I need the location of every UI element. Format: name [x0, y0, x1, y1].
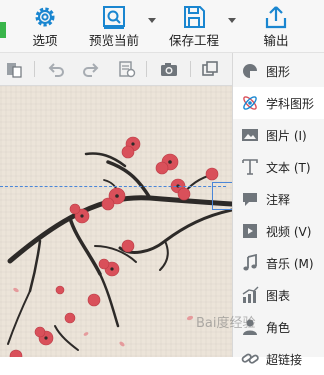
camera-icon[interactable] — [160, 60, 178, 78]
side-tab-indicator — [0, 22, 6, 38]
comment-icon — [243, 193, 257, 206]
toolbar-divider — [190, 61, 191, 77]
selection-box[interactable] — [212, 182, 232, 210]
panel-item-label: 图表 — [266, 289, 291, 303]
panel-item-label: 文本 (T) — [266, 161, 311, 175]
preview-dropdown[interactable] — [144, 0, 156, 52]
preview-label: 预览当前 — [88, 33, 139, 48]
video-icon — [243, 224, 257, 238]
settings-button[interactable]: 选项 — [22, 0, 68, 52]
panel-item-label: 音乐 (M) — [266, 257, 314, 271]
panel-item-label: 视频 (V) — [266, 225, 312, 239]
main-toolbar: 选项 预览当前 保存工程 输出 — [0, 0, 324, 53]
save-dropdown[interactable] — [224, 0, 236, 52]
panel-item-video[interactable]: 视频 (V) — [233, 215, 324, 247]
chart-icon — [242, 286, 259, 303]
plum-blossom-illustration — [7, 136, 232, 357]
redo-icon[interactable] — [82, 60, 100, 78]
export-button[interactable]: 输出 — [256, 0, 296, 52]
panel-item-image[interactable]: 图片 (I) — [233, 119, 324, 151]
panel-item-label: 学科图形 — [266, 97, 315, 111]
panel-item-music[interactable]: 音乐 (M) — [233, 247, 324, 279]
save-icon — [184, 6, 205, 28]
preview-icon — [103, 6, 125, 29]
group-icon[interactable] — [201, 60, 219, 78]
panel-item-label: 注释 — [266, 193, 291, 207]
panel-item-label: 图形 — [266, 65, 291, 79]
panel-item-label: 超链接 — [266, 353, 303, 367]
panel-item-label: 角色 — [266, 321, 291, 335]
image-icon — [242, 129, 258, 141]
toolbar-divider — [34, 61, 35, 77]
science-shape-icon — [243, 96, 257, 110]
undo-icon[interactable] — [47, 60, 65, 78]
paste-icon[interactable] — [5, 60, 23, 78]
gear-icon — [35, 7, 55, 27]
clear-format-icon[interactable] — [118, 60, 136, 78]
settings-label: 选项 — [32, 33, 58, 48]
panel-item-text[interactable]: 文本 (T) — [233, 151, 324, 183]
music-icon — [243, 254, 257, 271]
panel-item-shape[interactable]: 图形 — [233, 55, 324, 87]
slide-canvas[interactable] — [0, 86, 232, 357]
panel-item-science-shape[interactable]: 学科图形 — [233, 87, 324, 119]
selection-guide-line — [0, 186, 226, 187]
chevron-down-icon — [228, 18, 236, 23]
save-project-label: 保存工程 — [168, 33, 219, 48]
insert-panel: 图形 学科图形 图片 (I) 文本 (T) 注释 视频 (V) 音乐 (M) 图… — [232, 53, 324, 367]
panel-item-character[interactable]: 角色 — [233, 311, 324, 343]
panel-item-chart[interactable]: 图表 — [233, 279, 324, 311]
save-project-button[interactable]: 保存工程 — [165, 0, 223, 52]
toolbar-divider — [146, 61, 147, 77]
hyperlink-icon — [241, 353, 259, 364]
export-icon — [265, 6, 287, 29]
chevron-down-icon — [148, 18, 156, 23]
edit-toolbar — [0, 53, 232, 86]
panel-item-hyperlink[interactable]: 超链接 — [233, 343, 324, 375]
preview-button[interactable]: 预览当前 — [85, 0, 143, 52]
text-icon — [242, 159, 258, 175]
panel-item-comment[interactable]: 注释 — [233, 183, 324, 215]
export-label: 输出 — [263, 33, 289, 48]
character-icon — [243, 319, 257, 335]
panel-item-label: 图片 (I) — [266, 129, 307, 143]
shape-icon — [243, 64, 258, 79]
